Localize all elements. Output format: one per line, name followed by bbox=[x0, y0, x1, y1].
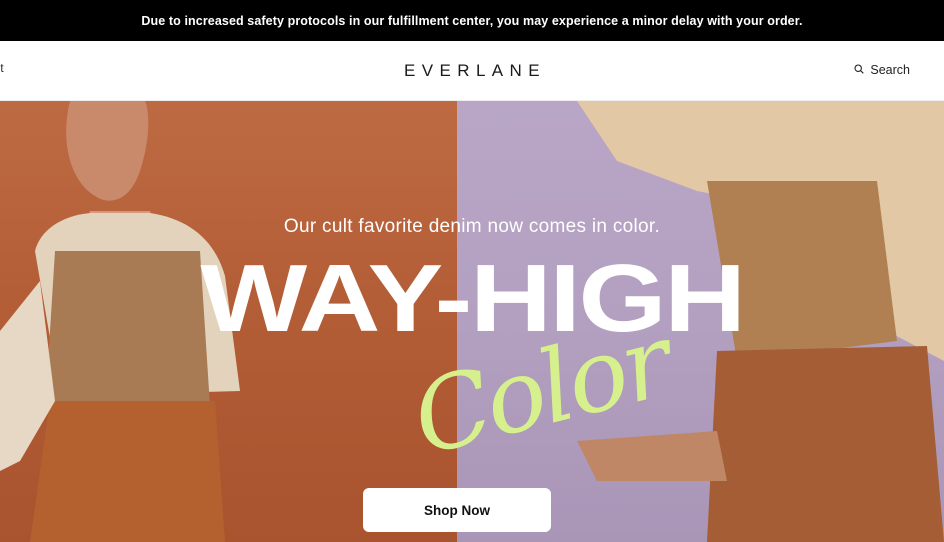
hero-section: Our cult favorite denim now comes in col… bbox=[0, 101, 944, 542]
top-navbar: ut EVERLANE Search bbox=[0, 41, 944, 101]
search-button[interactable]: Search bbox=[854, 63, 910, 77]
shop-now-button[interactable]: Shop Now bbox=[363, 488, 551, 532]
banner-text: Due to increased safety protocols in our… bbox=[141, 13, 803, 28]
hero-headline: WAY-HIGH bbox=[200, 245, 746, 352]
search-icon bbox=[854, 63, 865, 77]
hero-subtitle: Our cult favorite denim now comes in col… bbox=[283, 216, 661, 237]
announcement-banner: Due to increased safety protocols in our… bbox=[0, 0, 944, 41]
search-label: Search bbox=[870, 63, 910, 77]
logo[interactable]: EVERLANE bbox=[0, 61, 944, 81]
